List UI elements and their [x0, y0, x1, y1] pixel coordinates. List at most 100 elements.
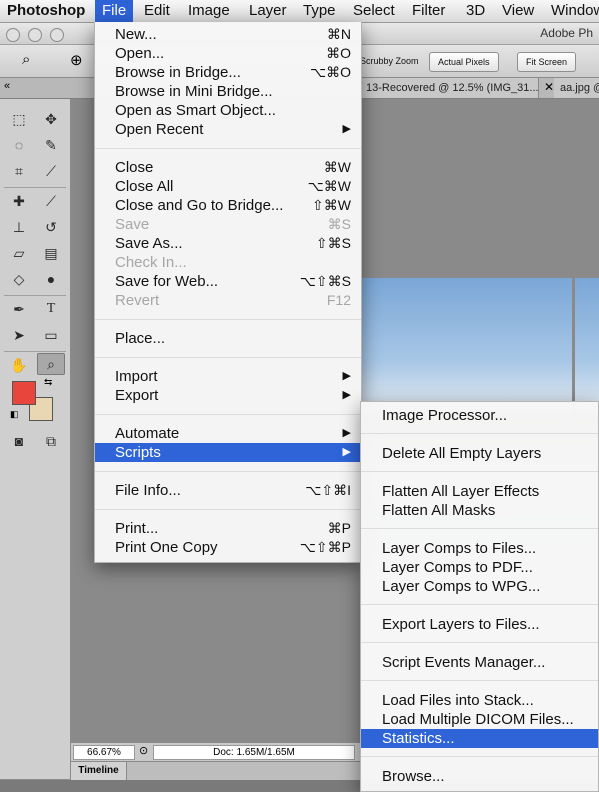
menu-window[interactable]: Window: [551, 0, 599, 22]
submenu-item-load-dicom-files[interactable]: Load Multiple DICOM Files...: [361, 710, 598, 729]
brush-tool-icon[interactable]: ⟋: [38, 191, 64, 211]
foreground-color-swatch[interactable]: [12, 381, 36, 405]
shortcut-label: ⌥⌘W: [307, 178, 351, 194]
fit-screen-button[interactable]: Fit Screen: [517, 52, 577, 72]
submenu-item-image-processor[interactable]: Image Processor...: [361, 406, 598, 425]
doc-size-field[interactable]: Doc: 1.65M/1.65M: [153, 745, 355, 760]
menu-edit[interactable]: Edit: [144, 0, 170, 22]
menu-separator: [361, 471, 598, 472]
history-brush-tool-icon[interactable]: ↺: [38, 217, 64, 237]
menu-view[interactable]: View: [502, 0, 534, 22]
zoom-tool-icon[interactable]: ⌕: [22, 51, 30, 68]
status-info-icon[interactable]: ⊙: [139, 744, 148, 757]
eyedropper-tool-icon[interactable]: ⟋: [38, 161, 64, 181]
gradient-tool-icon[interactable]: ▤: [38, 243, 64, 263]
quick-select-tool-icon[interactable]: ✎: [38, 135, 64, 155]
submenu-item-label: Flatten All Layer Effects: [382, 483, 540, 500]
submenu-item-flatten-layer-effects[interactable]: Flatten All Layer Effects: [361, 482, 598, 501]
menu-photoshop[interactable]: Photoshop: [7, 0, 85, 22]
menu-item-browse-in-mini-bridge[interactable]: Browse in Mini Bridge...: [95, 82, 361, 101]
healing-brush-tool-icon[interactable]: ✚: [6, 191, 32, 211]
scrubby-zoom-label[interactable]: Scrubby Zoom: [360, 56, 419, 66]
menu-item-print[interactable]: Print... ⌘P: [95, 519, 361, 538]
screen-mode-icon[interactable]: ⧉: [38, 431, 64, 451]
menu-item-save-as[interactable]: Save As... ⇧⌘S: [95, 234, 361, 253]
menu-separator: [95, 148, 361, 149]
clone-stamp-tool-icon[interactable]: ⊥: [6, 217, 32, 237]
menu-item-export[interactable]: Export ▶: [95, 386, 361, 405]
pen-tool-icon[interactable]: ✒: [6, 299, 32, 319]
marquee-tool-icon[interactable]: ⬚: [6, 109, 32, 129]
menu-layer[interactable]: Layer: [249, 0, 287, 22]
actual-pixels-button[interactable]: Actual Pixels: [429, 52, 499, 72]
shape-tool-icon[interactable]: ▭: [38, 325, 64, 345]
menu-item-open-recent[interactable]: Open Recent ▶: [95, 120, 361, 139]
menu-item-close-all[interactable]: Close All ⌥⌘W: [95, 177, 361, 196]
menu-type[interactable]: Type: [303, 0, 336, 22]
submenu-item-delete-empty-layers[interactable]: Delete All Empty Layers: [361, 444, 598, 463]
blur-tool-icon[interactable]: ◇: [6, 269, 32, 289]
submenu-item-load-files-into-stack[interactable]: Load Files into Stack...: [361, 691, 598, 710]
menu-item-new[interactable]: New... ⌘N: [95, 25, 361, 44]
zoom-level-field[interactable]: 66.67%: [73, 745, 135, 760]
zoom-window-icon[interactable]: [50, 28, 64, 42]
menu-item-save[interactable]: Save ⌘S: [95, 215, 361, 234]
menu-image[interactable]: Image: [188, 0, 230, 22]
zoom-tool-active-icon[interactable]: ⌕: [37, 353, 65, 375]
menu-item-place[interactable]: Place...: [95, 329, 361, 348]
menu-select[interactable]: Select: [353, 0, 395, 22]
hand-tool-icon[interactable]: ✋: [6, 355, 32, 375]
menu-file[interactable]: File: [95, 0, 134, 22]
menu-item-close[interactable]: Close ⌘W: [95, 158, 361, 177]
menu-item-browse-in-bridge[interactable]: Browse in Bridge... ⌥⌘O: [95, 63, 361, 82]
doc-tab-aa[interactable]: aa.jpg @: [554, 78, 599, 98]
lasso-tool-icon[interactable]: ◌: [6, 135, 32, 155]
submenu-arrow-icon: ▶: [342, 389, 351, 401]
submenu-item-label: Image Processor...: [382, 407, 508, 424]
eraser-tool-icon[interactable]: ▱: [6, 243, 32, 263]
submenu-item-layer-comps-to-pdf[interactable]: Layer Comps to PDF...: [361, 558, 598, 577]
crop-tool-icon[interactable]: ⌗: [6, 161, 32, 181]
menu-filter[interactable]: Filter: [412, 0, 445, 22]
submenu-item-script-events-manager[interactable]: Script Events Manager...: [361, 653, 598, 672]
minimize-window-icon[interactable]: [28, 28, 42, 42]
tool-divider: [4, 187, 66, 188]
menu-item-scripts[interactable]: Scripts ▶: [95, 443, 361, 462]
menu-item-open[interactable]: Open... ⌘O: [95, 44, 361, 63]
menu-separator: [95, 357, 361, 358]
submenu-item-export-layers-to-files[interactable]: Export Layers to Files...: [361, 615, 598, 634]
dodge-tool-icon[interactable]: ●: [38, 269, 64, 289]
menu-item-check-in[interactable]: Check In...: [95, 253, 361, 272]
quick-mask-icon[interactable]: ◙: [6, 431, 32, 451]
doc-tab-recovered[interactable]: 13-Recovered @ 12.5% (IMG_31...: [360, 78, 539, 98]
menu-item-close-and-go-to-bridge[interactable]: Close and Go to Bridge... ⇧⌘W: [95, 196, 361, 215]
menu-item-print-one-copy[interactable]: Print One Copy ⌥⇧⌘P: [95, 538, 361, 557]
swap-colors-icon[interactable]: ⇆: [44, 377, 52, 388]
close-window-icon[interactable]: [6, 28, 20, 42]
path-selection-tool-icon[interactable]: ➤: [6, 325, 32, 345]
submenu-item-browse[interactable]: Browse...: [361, 767, 598, 786]
timeline-tab[interactable]: Timeline: [71, 762, 127, 780]
submenu-item-statistics[interactable]: Statistics...: [361, 729, 598, 748]
submenu-item-label: Layer Comps to PDF...: [382, 559, 533, 576]
submenu-item-layer-comps-to-wpg[interactable]: Layer Comps to WPG...: [361, 577, 598, 596]
close-tab-icon[interactable]: ✕: [544, 80, 554, 94]
menu-item-label: Revert: [115, 292, 160, 309]
move-tool-icon[interactable]: ✥: [38, 109, 64, 129]
menu-item-label: File Info...: [115, 482, 181, 499]
menu-3d[interactable]: 3D: [466, 0, 485, 22]
menu-item-automate[interactable]: Automate ▶: [95, 424, 361, 443]
type-tool-icon[interactable]: T: [38, 299, 64, 319]
panel-collapse-icon[interactable]: «: [4, 80, 10, 92]
submenu-item-layer-comps-to-files[interactable]: Layer Comps to Files...: [361, 539, 598, 558]
menu-item-open-smart-object[interactable]: Open as Smart Object...: [95, 101, 361, 120]
default-colors-icon[interactable]: ◧: [10, 409, 19, 420]
menu-item-save-for-web[interactable]: Save for Web... ⌥⇧⌘S: [95, 272, 361, 291]
submenu-item-flatten-masks[interactable]: Flatten All Masks: [361, 501, 598, 520]
menu-item-import[interactable]: Import ▶: [95, 367, 361, 386]
menu-item-file-info[interactable]: File Info... ⌥⇧⌘I: [95, 481, 361, 500]
menu-bar: Photoshop File Edit Image Layer Type Sel…: [0, 0, 599, 23]
menu-item-revert[interactable]: Revert F12: [95, 291, 361, 310]
menu-separator: [361, 604, 598, 605]
zoom-in-icon[interactable]: ⊕: [70, 51, 83, 69]
